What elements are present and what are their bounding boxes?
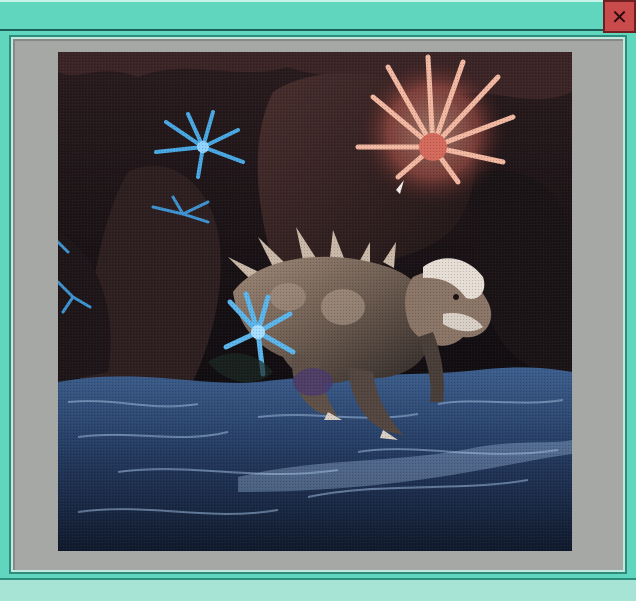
close-icon: ✕ (611, 4, 628, 29)
title-bar[interactable] (0, 0, 636, 31)
close-button[interactable]: ✕ (603, 0, 636, 33)
game-window: ✕ (0, 0, 636, 601)
cave-scene-illustration (58, 52, 572, 551)
game-scene-image (58, 52, 572, 551)
title-bar-highlight (0, 0, 636, 2)
status-bar (0, 578, 636, 601)
